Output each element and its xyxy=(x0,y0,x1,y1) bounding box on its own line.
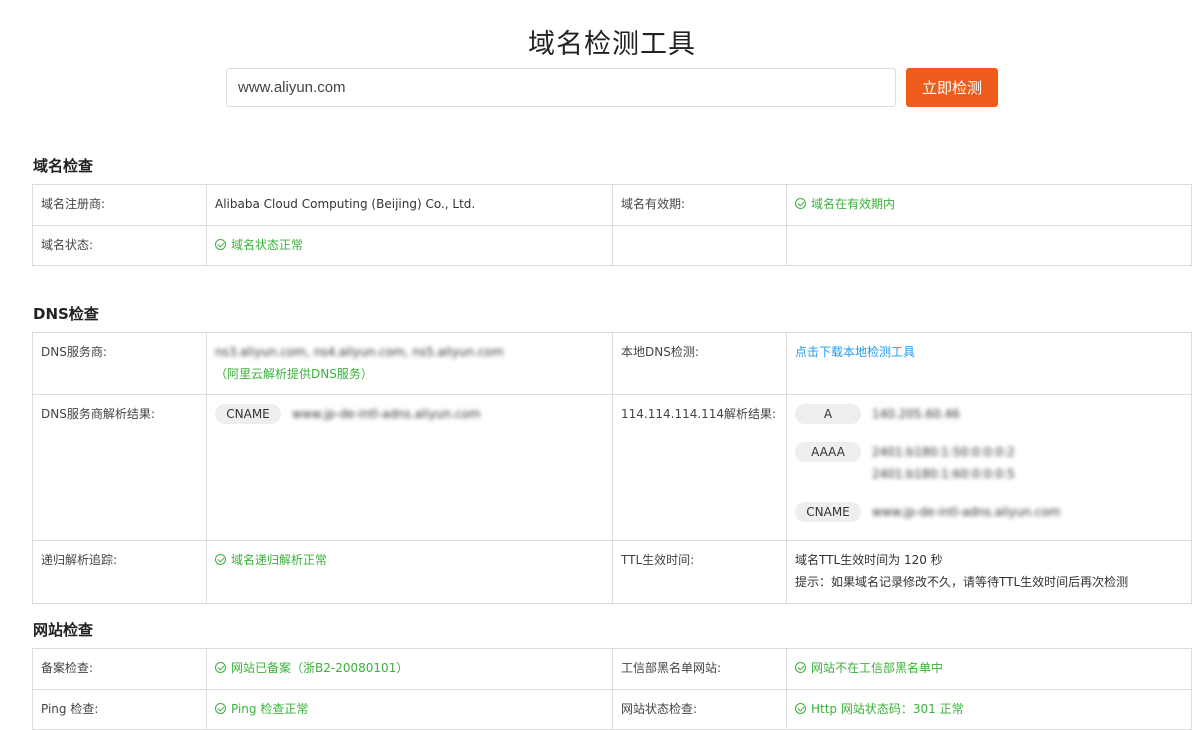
site-check-table: 备案检查: 网站已备案（浙B2-20080101） 工信部黑名单网站: 网站不在… xyxy=(32,648,1192,730)
ttl-hint: 提示：如果域名记录修改不久，请等待TTL生效时间后再次检测 xyxy=(795,575,1129,590)
icp-value: 网站已备案（浙B2-20080101） xyxy=(231,661,409,675)
check-now-button[interactable]: 立即检测 xyxy=(906,68,998,107)
site-status-label: 网站状态检查: xyxy=(612,688,787,730)
table-row: 备案检查: 网站已备案（浙B2-20080101） 工信部黑名单网站: 网站不在… xyxy=(32,648,1192,690)
domain-search-input[interactable] xyxy=(226,68,896,107)
public-dns-label: 114.114.114.114解析结果: xyxy=(612,394,787,541)
dns-provider-label: DNS服务商: xyxy=(32,331,207,396)
site-status-value: Http 网站状态码：301 正常 xyxy=(811,701,964,716)
section-title-site: 网站检查 xyxy=(33,621,94,639)
recursive-value: 域名递归解析正常 xyxy=(231,552,328,567)
page-title: 域名检测工具 xyxy=(528,29,696,60)
ping-value: Ping 检查正常 xyxy=(231,701,309,716)
icp-label: 备案检查: xyxy=(32,648,207,690)
check-circle-icon xyxy=(215,238,226,250)
dns-check-table: DNS服务商: ns3.aliyun.com, ns4.aliyun.com, … xyxy=(32,331,1192,604)
domain-check-table: 域名注册商: Alibaba Cloud Computing (Beijing)… xyxy=(32,184,1192,267)
ttl-label: TTL生效时间: xyxy=(612,539,787,604)
dns-record: CNAME www.jp-de-intl-adns.aliyun.com xyxy=(795,501,1183,528)
validity-value: 域名在有效期内 xyxy=(811,197,896,211)
dns-provider-value: ns3.aliyun.com, ns4.aliyun.com, ns5.aliy… xyxy=(215,345,504,359)
recursive-label: 递归解析追踪: xyxy=(32,539,207,604)
dns-provider-note: （阿里云解析提供DNS服务） xyxy=(215,366,373,381)
section-title-dns: DNS检查 xyxy=(33,305,99,323)
dns-record: CNAME www.jp-de-intl-adns.aliyun.com xyxy=(215,404,604,430)
table-row: Ping 检查: Ping 检查正常 网站状态检查: Http 网站状态码：30… xyxy=(32,688,1192,730)
domain-status-value: 域名状态正常 xyxy=(231,237,304,252)
record-value: www.jp-de-intl-adns.aliyun.com xyxy=(292,407,481,422)
record-type-badge: A xyxy=(795,404,861,425)
registrar-value: Alibaba Cloud Computing (Beijing) Co., L… xyxy=(206,184,613,226)
registrar-label: 域名注册商: xyxy=(32,184,207,226)
table-row: 递归解析追踪: 域名递归解析正常 TTL生效时间: 域名TTL生效时间为 120… xyxy=(32,539,1192,604)
download-tool-link[interactable]: 点击下载本地检测工具 xyxy=(795,345,915,359)
check-circle-icon xyxy=(215,662,226,673)
record-value: 140.205.60.46 xyxy=(872,407,960,422)
domain-status-label: 域名状态: xyxy=(32,224,207,267)
validity-label: 域名有效期: xyxy=(612,184,787,226)
ping-label: Ping 检查: xyxy=(32,688,207,730)
record-type-badge: CNAME xyxy=(795,501,861,522)
check-circle-icon xyxy=(795,198,806,209)
check-circle-icon xyxy=(795,702,806,714)
table-row: DNS服务商解析结果: CNAME www.jp-de-intl-adns.al… xyxy=(32,394,1192,541)
dns-record: A 140.205.60.46 xyxy=(795,404,1183,430)
table-row: 域名注册商: Alibaba Cloud Computing (Beijing)… xyxy=(32,184,1192,226)
check-circle-icon xyxy=(795,662,806,673)
table-row: 域名状态: 域名状态正常 xyxy=(32,224,1192,267)
record-value: 2401:b180:1:60:0:0:0:5 xyxy=(872,467,1015,482)
blacklist-label: 工信部黑名单网站: xyxy=(612,648,787,690)
check-circle-icon xyxy=(215,553,226,565)
blacklist-value: 网站不在工信部黑名单中 xyxy=(811,661,944,675)
record-value: www.jp-de-intl-adns.aliyun.com xyxy=(872,504,1061,519)
dns-result-label: DNS服务商解析结果: xyxy=(32,394,207,541)
local-dns-label: 本地DNS检测: xyxy=(612,331,787,396)
ttl-value: 域名TTL生效时间为 120 秒 xyxy=(795,552,943,567)
table-row: DNS服务商: ns3.aliyun.com, ns4.aliyun.com, … xyxy=(32,331,1192,396)
record-type-badge: CNAME xyxy=(215,404,281,425)
dns-record: AAAA 2401:b180:1:50:0:0:0:2 2401:b180:1:… xyxy=(795,441,1183,490)
check-circle-icon xyxy=(215,702,226,714)
record-value: 2401:b180:1:50:0:0:0:2 xyxy=(872,444,1015,459)
section-title-domain: 域名检查 xyxy=(33,157,94,175)
record-type-badge: AAAA xyxy=(795,441,861,462)
